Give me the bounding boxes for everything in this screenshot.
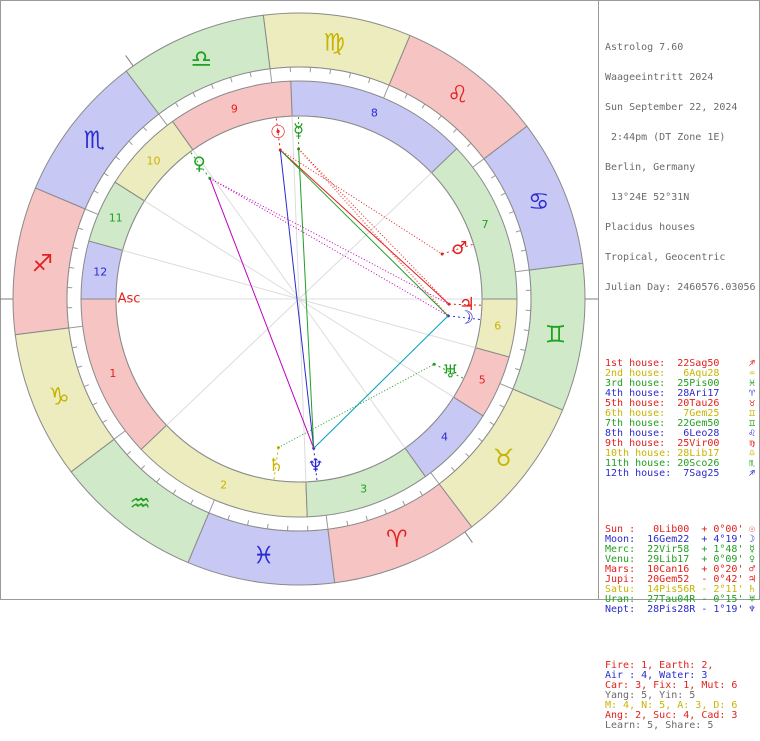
panel-divider [598,0,599,600]
zodiac-sign-glyph-icon: ♍ [324,28,346,56]
zodiac-sign-glyph-icon: ♐ [32,250,54,278]
header-line: Tropical, Geocentric [605,253,757,263]
zodiac-sign-glyph-icon: ♓ [253,542,275,570]
house-row-label: 12th house: 7Sag25 [605,468,719,479]
neptune-glyph-icon: ♆ [307,456,323,477]
house-number: 7 [482,218,489,231]
house-number: 9 [231,103,238,116]
header-line: 2:44pm (DT Zone 1E) [605,133,757,143]
header-line: Placidus houses [605,223,757,233]
chart-header: Astrolog 7.60 Waageeintritt 2024 Sun Sep… [605,23,757,313]
house-number: 1 [109,367,116,380]
planet-position-list: Sun : 0Lib00 + 0°00'☉Moon: 16Gem22 + 4°1… [605,525,757,615]
header-line: Sun September 22, 2024 [605,103,757,113]
sun-glyph-icon: ☉ [270,122,286,143]
zodiac-sign-glyph-icon: ♑ [48,383,70,411]
planet-row-glyph-icon: ♅ [749,595,755,605]
degree-tick [69,267,74,268]
degree-tick [330,69,331,74]
house-row: 12th house: 7Sag25 ♐ [605,469,757,479]
degree-tick [524,330,529,331]
jupiter-glyph-icon: ♃ [459,294,475,315]
house-row-glyph-icon: ♐ [749,469,755,479]
header-line: Julian Day: 2460576.03056 [605,283,757,293]
house-number: 10 [147,155,161,168]
ascendant-label: Asc [118,292,141,307]
planet-row-label: Nept: 28Pis28R - 1°19' [605,604,743,615]
header-line: 13°24E 52°31N [605,193,757,203]
house-number: 12 [93,266,107,279]
chart-wheel: ♒♓♈♉♊♋♌♍♎♏♐♑123456789101112Asc☉☽☿♀♂♃♄♅♆ [0,0,598,600]
mars-glyph-icon: ♂ [451,238,467,259]
zodiac-sign-glyph-icon: ♊ [545,320,567,348]
venus-glyph-icon: ♀ [193,153,206,174]
house-number: 11 [109,211,123,224]
degree-tick [267,524,268,529]
info-panel: Astrolog 7.60 Waageeintritt 2024 Sun Sep… [605,3,757,741]
house-cusp-list: 1st house: 22Sag50♐2nd house: 6Aqu28♒3rd… [605,359,757,479]
zodiac-sign-glyph-icon: ♎ [191,45,213,73]
zodiac-sign-glyph-icon: ♉ [493,444,515,472]
zodiac-sign-glyph-icon: ♒ [129,490,151,518]
planet-row: Nept: 28Pis28R - 1°19' ♆ [605,605,757,615]
header-line: Waageeintritt 2024 [605,73,757,83]
chart-wheel-svg: ♒♓♈♉♊♋♌♍♎♏♐♑123456789101112Asc☉☽☿♀♂♃♄♅♆ [0,0,598,600]
saturn-glyph-icon: ♄ [268,455,284,476]
house-number: 2 [220,478,227,491]
header-line: Berlin, Germany [605,163,757,173]
planet-row-glyph-icon: ♆ [749,605,755,615]
house-number: 3 [360,482,367,495]
element-summary: Fire: 1, Earth: 2,Air : 4, Water: 3Car: … [605,661,757,731]
summary-text: Learn: 5, Share: 5 [605,720,713,731]
house-number: 5 [479,374,486,387]
uranus-glyph-icon: ♅ [442,362,458,383]
zodiac-sign-glyph-icon: ♋ [528,187,550,215]
house-number: 6 [494,319,501,332]
house-number: 8 [371,107,378,120]
header-line: Astrolog 7.60 [605,43,757,53]
house-number: 4 [441,430,448,443]
zodiac-sign-glyph-icon: ♌ [447,80,469,108]
zodiac-sign-glyph-icon: ♏ [84,126,106,154]
summary-row: Learn: 5, Share: 5 [605,721,757,731]
zodiac-sign-glyph-icon: ♈ [386,525,408,553]
